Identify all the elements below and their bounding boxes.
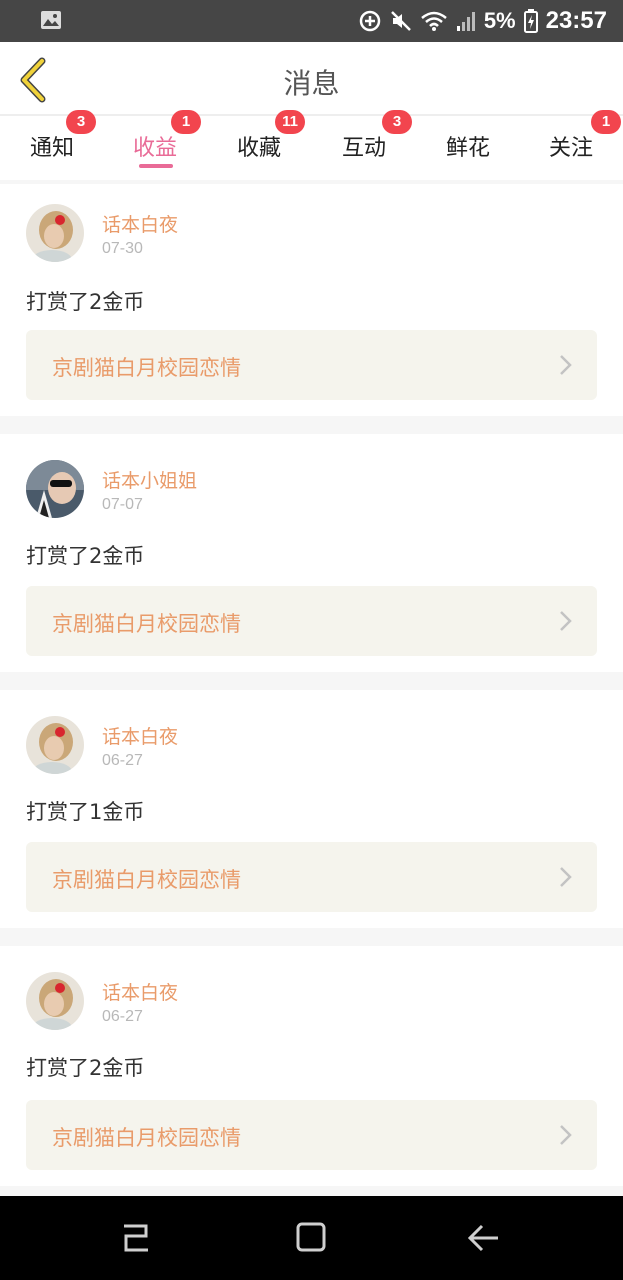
gallery-icon — [41, 11, 61, 29]
tab-bar: 通知 3 收益 1 收藏 11 互动 3 鲜花 关注 1 — [0, 110, 623, 180]
list-item: 话本小姐姐 07-07 打赏了2金币 京剧猫白月校园恋情 — [0, 434, 623, 672]
message-text: 打赏了2金币 — [26, 290, 145, 314]
message-text: 打赏了2金币 — [26, 1056, 145, 1080]
avatar[interactable] — [26, 204, 84, 262]
divider — [0, 672, 623, 690]
chevron-right-icon — [560, 355, 572, 375]
chevron-right-icon — [560, 1125, 572, 1145]
page-title: 消息 — [283, 67, 340, 100]
system-nav-bar — [0, 1196, 623, 1280]
work-link[interactable]: 京剧猫白月校园恋情 — [26, 1100, 597, 1170]
divider — [0, 928, 623, 946]
status-bar: 5% 23:57 — [0, 0, 623, 42]
message-date: 07-30 — [102, 240, 143, 257]
work-link[interactable]: 京剧猫白月校园恋情 — [26, 586, 597, 656]
tab-earnings[interactable]: 收益 1 — [103, 110, 207, 180]
mute-icon — [390, 11, 411, 31]
list-item: 话本白夜 06-27 打赏了1金币 京剧猫白月校园恋情 — [0, 690, 623, 928]
app-header: 消息 — [0, 42, 623, 116]
home-icon[interactable] — [294, 1220, 330, 1256]
work-link[interactable]: 京剧猫白月校园恋情 — [26, 330, 597, 400]
message-text: 打赏了2金币 — [26, 544, 145, 568]
wifi-icon — [421, 11, 447, 31]
data-saver-icon — [359, 10, 381, 32]
tab-badge: 11 — [275, 110, 305, 134]
divider — [0, 416, 623, 434]
tab-badge: 3 — [382, 110, 412, 134]
tab-follows[interactable]: 关注 1 — [519, 110, 623, 180]
message-date: 07-07 — [102, 496, 143, 513]
clock: 23:57 — [545, 7, 607, 34]
avatar[interactable] — [26, 972, 84, 1030]
avatar[interactable] — [26, 716, 84, 774]
tab-notifications[interactable]: 通知 3 — [0, 110, 104, 180]
battery-icon — [523, 9, 538, 33]
tab-favorites[interactable]: 收藏 11 — [207, 110, 311, 180]
tab-badge: 3 — [66, 110, 96, 134]
user-name[interactable]: 话本白夜 — [102, 722, 178, 749]
user-name[interactable]: 话本白夜 — [102, 210, 178, 237]
work-link[interactable]: 京剧猫白月校园恋情 — [26, 842, 597, 912]
avatar[interactable] — [26, 460, 84, 518]
work-title: 京剧猫白月校园恋情 — [52, 612, 241, 636]
chevron-right-icon — [560, 611, 572, 631]
message-date: 06-27 — [102, 1008, 143, 1025]
tab-label: 鲜花 — [445, 136, 490, 161]
tab-badge: 1 — [591, 110, 621, 134]
signal-icon — [456, 12, 475, 31]
tab-interactions[interactable]: 互动 3 — [312, 110, 416, 180]
battery-percent: 5% — [483, 8, 516, 33]
message-text: 打赏了1金币 — [26, 800, 145, 824]
list-item: 话本白夜 07-30 打赏了2金币 京剧猫白月校园恋情 — [0, 184, 623, 416]
work-title: 京剧猫白月校园恋情 — [52, 1126, 241, 1150]
active-tab-indicator — [139, 164, 173, 168]
recent-apps-icon[interactable] — [118, 1220, 154, 1256]
user-name[interactable]: 话本白夜 — [102, 978, 178, 1005]
tab-flowers[interactable]: 鲜花 — [416, 116, 520, 180]
message-date: 06-27 — [102, 752, 143, 769]
chevron-right-icon — [560, 867, 572, 887]
work-title: 京剧猫白月校园恋情 — [52, 356, 241, 380]
user-name[interactable]: 话本小姐姐 — [102, 466, 197, 493]
back-icon[interactable] — [466, 1220, 502, 1256]
work-title: 京剧猫白月校园恋情 — [52, 868, 241, 892]
list-item: 话本白夜 06-27 打赏了2金币 京剧猫白月校园恋情 — [0, 946, 623, 1196]
divider — [0, 1186, 623, 1196]
tab-badge: 1 — [171, 110, 201, 134]
